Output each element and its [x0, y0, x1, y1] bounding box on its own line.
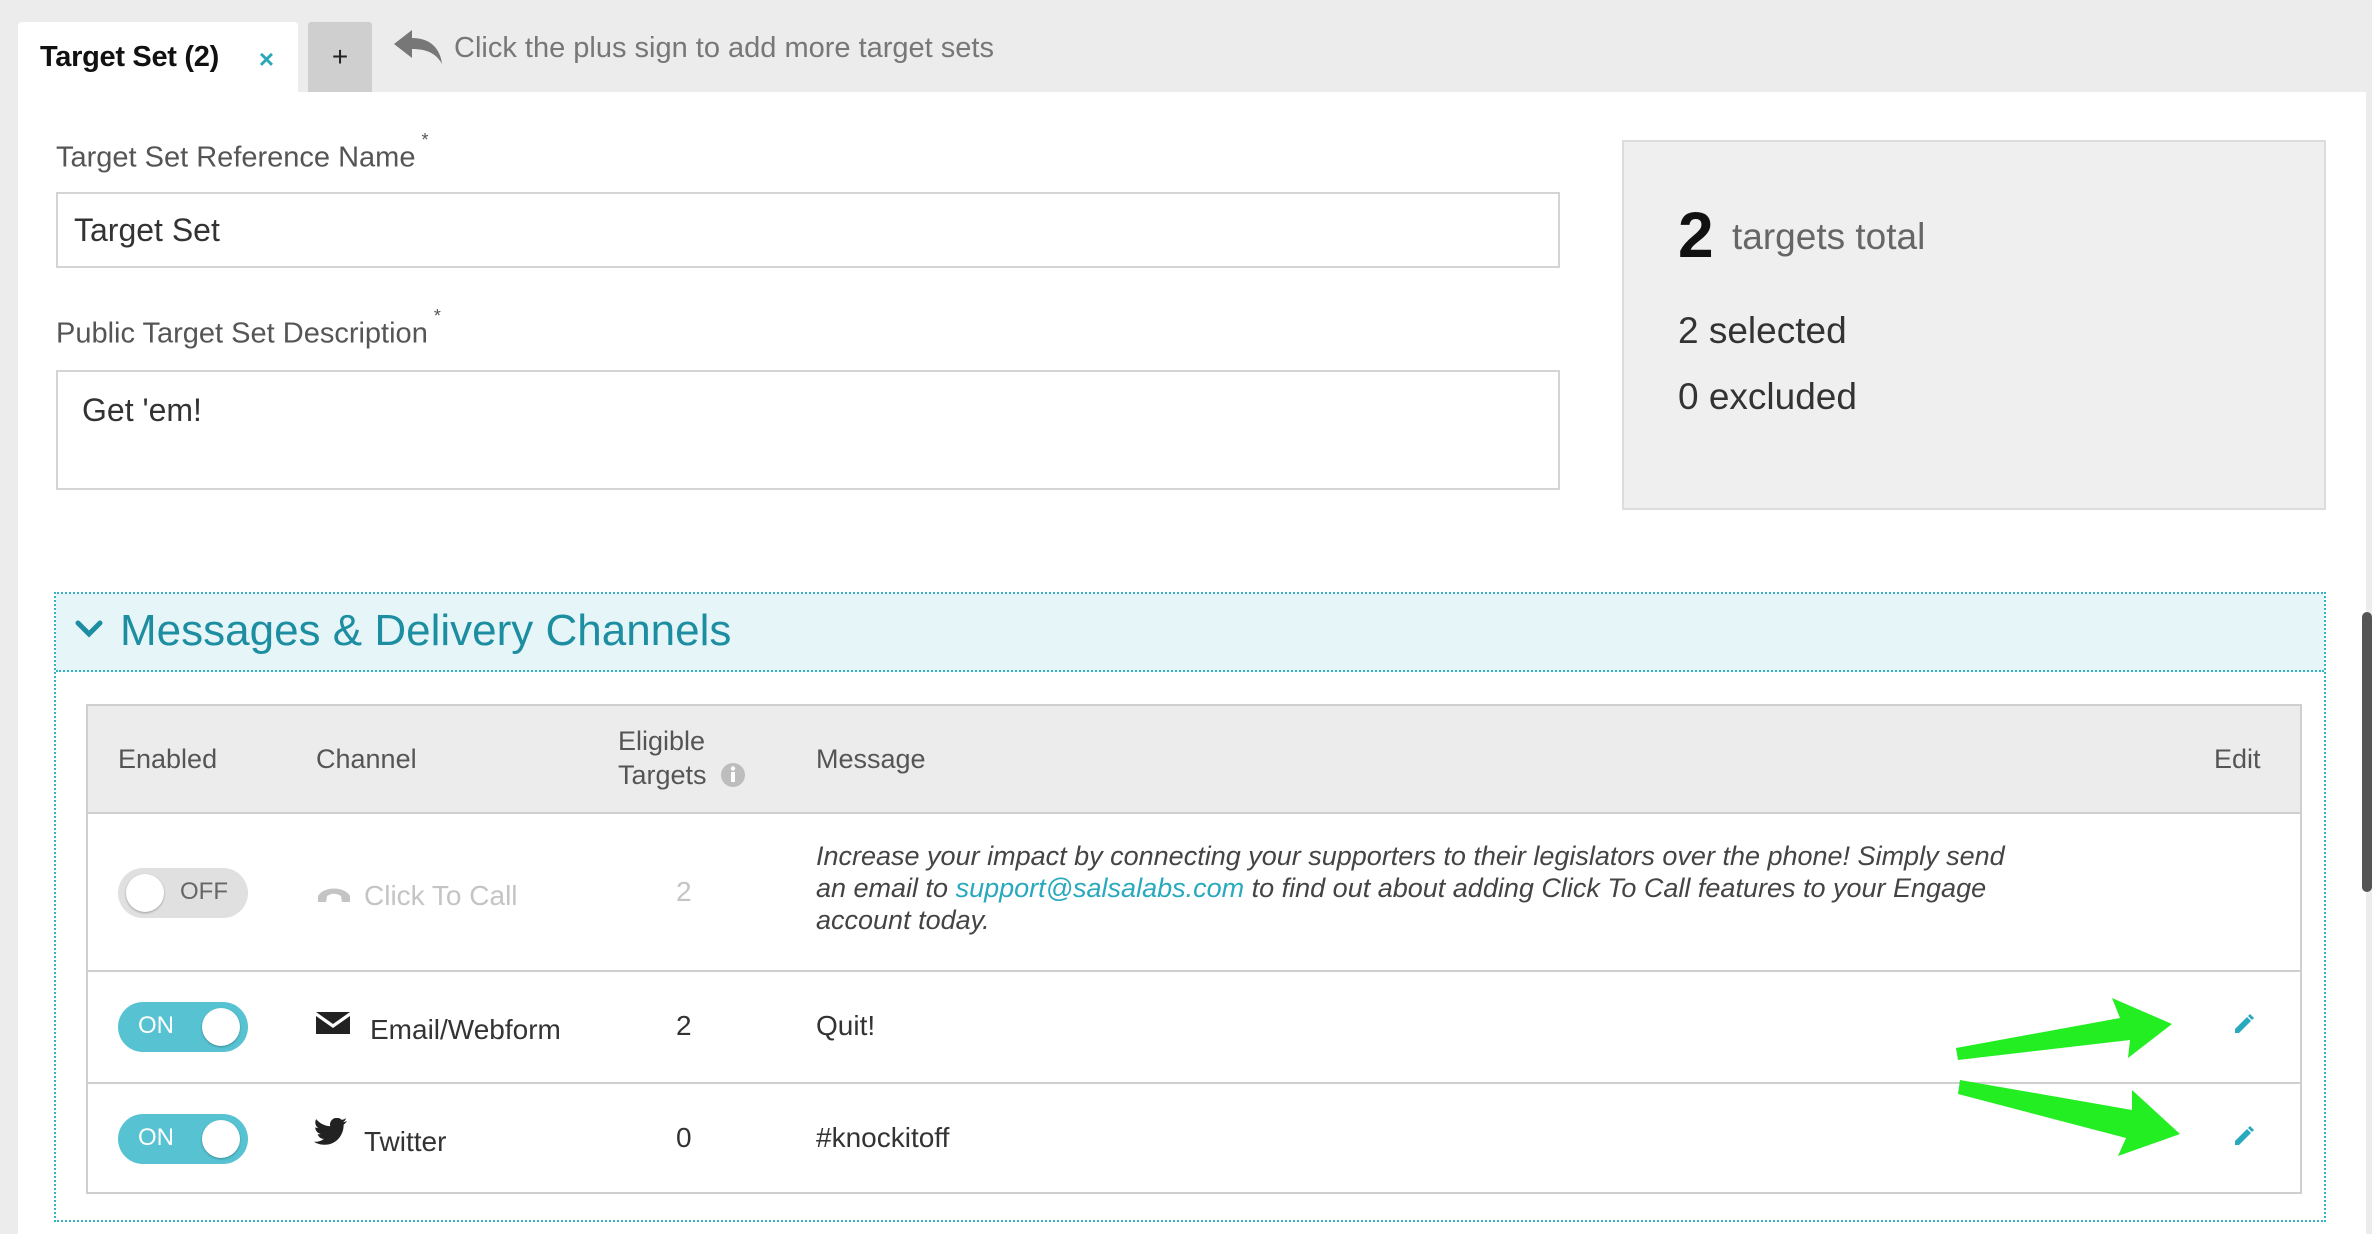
info-icon[interactable] [720, 762, 746, 788]
envelope-icon [316, 1012, 350, 1034]
chevron-down-icon[interactable] [74, 614, 104, 644]
toggle-state: ON [138, 1124, 174, 1151]
col-eligible-line1: Eligible [618, 726, 706, 756]
toggle-knob [202, 1008, 240, 1046]
reference-name-label: Target Set Reference Name* [56, 130, 429, 174]
tab-target-set[interactable]: Target Set (2) × [18, 22, 298, 92]
targets-total-label: targets total [1732, 216, 1926, 257]
toggle-knob [202, 1120, 240, 1158]
email-webform-toggle[interactable]: ON [118, 1002, 248, 1052]
description-label: Public Target Set Description* [56, 306, 441, 350]
eligible-count: 2 [676, 876, 692, 907]
twitter-toggle[interactable]: ON [118, 1114, 248, 1164]
add-target-set-button[interactable]: + [308, 22, 372, 92]
click-to-call-message: Increase your impact by connecting your … [816, 841, 2005, 935]
toggle-state: OFF [180, 878, 228, 905]
col-edit: Edit [2214, 744, 2261, 774]
col-eligible-line2: Targets [618, 760, 707, 790]
click-to-call-toggle[interactable]: OFF [118, 868, 248, 918]
eligible-count: 2 [676, 1010, 692, 1041]
channel-name: Click To Call [364, 880, 518, 911]
tab-bar: Target Set (2) × + Click the plus sign t… [0, 0, 2372, 92]
target-set-panel: Target Set Reference Name* Target Set Pu… [18, 92, 2366, 1234]
channel-name: Twitter [364, 1126, 447, 1157]
pencil-icon[interactable] [2232, 1012, 2256, 1036]
col-enabled: Enabled [118, 744, 218, 774]
messages-delivery-section: Messages & Delivery Channels Enabled Cha… [54, 592, 2326, 1222]
toggle-knob [126, 874, 164, 912]
hint-text: Click the plus sign to add more target s… [454, 31, 994, 64]
table-row-twitter: ON Twitter 0 #knockitoff [88, 1084, 2300, 1194]
curved-arrow-back-icon [394, 30, 442, 64]
selected-count: 2 selected [1678, 310, 1847, 351]
targets-summary: 2 targets total 2 selected 0 excluded [1622, 140, 2326, 510]
channels-table: Enabled Channel Eligible Targets Message… [86, 704, 2302, 1194]
message-text: #knockitoff [816, 1122, 950, 1153]
table-header: Enabled Channel Eligible Targets Message… [88, 706, 2300, 814]
twitter-icon [314, 1118, 347, 1145]
eligible-count: 0 [676, 1122, 692, 1153]
targets-total-count: 2 [1678, 199, 1714, 271]
close-icon[interactable]: × [259, 44, 274, 75]
table-row-click-to-call: OFF Click To Call 2 Increase your impact… [88, 814, 2300, 972]
section-title: Messages & Delivery Channels [120, 606, 732, 655]
pencil-icon[interactable] [2232, 1124, 2256, 1148]
scrollbar[interactable] [2362, 612, 2372, 892]
toggle-state: ON [138, 1012, 174, 1039]
section-header[interactable]: Messages & Delivery Channels [56, 594, 2324, 672]
channel-name: Email/Webform [370, 1014, 561, 1045]
col-channel: Channel [316, 744, 417, 774]
description-textarea[interactable]: Get 'em! [56, 370, 1560, 490]
message-text: Quit! [816, 1010, 876, 1041]
table-row-email-webform: ON Email/Webform 2 Quit! [88, 972, 2300, 1084]
add-hint: Click the plus sign to add more target s… [392, 28, 994, 68]
tab-title: Target Set (2) [40, 40, 219, 73]
col-message: Message [816, 744, 926, 774]
reference-name-input[interactable]: Target Set [56, 192, 1560, 268]
support-email-link[interactable]: support@salsalabs.com [956, 873, 1245, 903]
phone-icon [318, 888, 350, 902]
excluded-count: 0 excluded [1678, 376, 1857, 417]
